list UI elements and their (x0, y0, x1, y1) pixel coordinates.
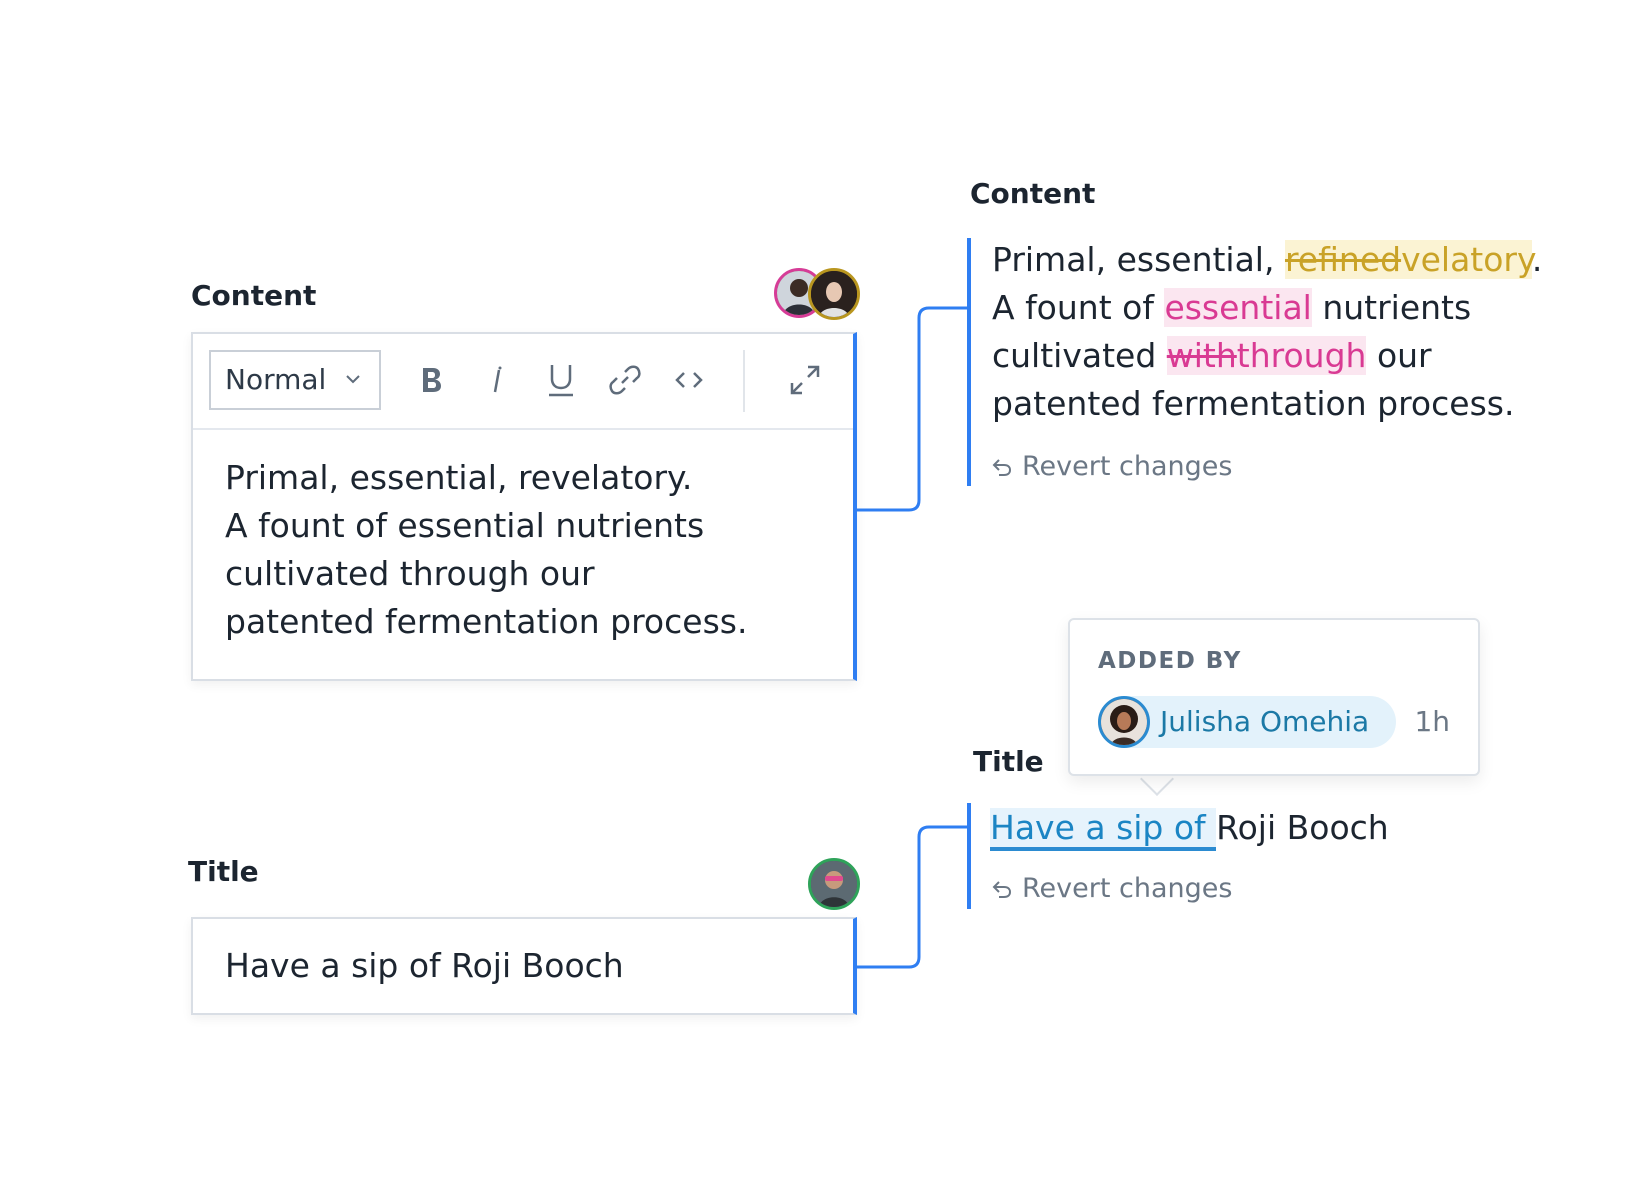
diff-line-2: A fount of essential nutrients (992, 284, 1542, 332)
revert-content-button[interactable]: Revert changes (990, 451, 1232, 482)
format-select[interactable]: Normal (209, 350, 381, 410)
collaborator-avatar-2[interactable] (808, 268, 860, 320)
added-text: velatory (1401, 240, 1532, 279)
bold-button[interactable] (407, 356, 455, 404)
diff-title-label: Title (973, 745, 1044, 778)
undo-icon (992, 880, 1012, 898)
diff-text: Roji Booch (1216, 808, 1389, 847)
revert-label: Revert changes (1022, 451, 1233, 482)
editor-line: A fount of essential nutrients (225, 506, 705, 545)
user-chip[interactable]: Julisha Omehia (1098, 696, 1396, 748)
expand-icon (790, 365, 820, 395)
chevron-down-icon (346, 375, 360, 384)
editor-body[interactable]: Primal, essential, revelatory. A fount o… (225, 454, 747, 646)
editor-toolbar: Normal (193, 334, 853, 430)
added-by-popover: ADDED BY Julisha Omehia 1h (1068, 618, 1480, 776)
italic-icon (493, 366, 502, 393)
diff-text: nutrients (1311, 288, 1472, 327)
editor-line: patented fermentation process. (225, 602, 748, 641)
editor-line: cultivated through our (225, 554, 595, 593)
collaborator-avatar-3[interactable] (808, 858, 860, 910)
underline-button[interactable] (537, 356, 585, 404)
added-text: essential (1164, 288, 1312, 327)
revert-title-button[interactable]: Revert changes (990, 873, 1232, 904)
editor-line: Primal, essential, revelatory. (225, 458, 693, 497)
diff-content-label: Content (970, 177, 1096, 210)
bold-icon (423, 368, 441, 392)
diff-text: . (1531, 240, 1543, 279)
underline-icon (549, 365, 573, 397)
person-icon (1101, 699, 1147, 745)
added-text: Have a sip of (990, 808, 1217, 851)
title-input[interactable]: Have a sip of Roji Booch (191, 917, 857, 1015)
link-button[interactable] (601, 356, 649, 404)
diff-title-bar (967, 803, 971, 909)
user-avatar (1098, 696, 1150, 748)
popover-time: 1h (1414, 705, 1450, 738)
title-label: Title (188, 855, 259, 888)
removed-text: with (1166, 336, 1237, 375)
code-icon (675, 372, 703, 388)
diff-line-1: Primal, essential, refinedvelatory. (992, 236, 1542, 284)
content-label: Content (191, 279, 317, 312)
removed-text: refined (1284, 240, 1402, 279)
expand-button[interactable] (781, 356, 829, 404)
diff-text: Primal, essential, (992, 240, 1285, 279)
person-icon (811, 861, 857, 907)
diff-content-bar (967, 238, 971, 486)
diff-content: Primal, essential, refinedvelatory. A fo… (992, 236, 1542, 428)
undo-icon (992, 458, 1012, 476)
revert-label: Revert changes (1022, 873, 1233, 904)
added-text: through (1236, 336, 1367, 375)
diff-connectors (857, 306, 967, 969)
popover-heading: ADDED BY (1098, 648, 1242, 674)
diff-text: our (1366, 336, 1432, 375)
content-editor[interactable]: Normal Primal, essential, revelatory. A … (191, 332, 857, 681)
code-button[interactable] (665, 356, 713, 404)
diff-line-4: patented fermentation process. (992, 384, 1515, 423)
format-select-value: Normal (225, 363, 327, 396)
person-icon (811, 271, 857, 317)
italic-button[interactable] (473, 356, 521, 404)
user-name: Julisha Omehia (1160, 705, 1370, 738)
diff-title: Have a sip of Roji Booch (990, 804, 1389, 852)
toolbar-divider (743, 350, 745, 412)
diff-text: cultivated (992, 336, 1167, 375)
link-icon (609, 365, 641, 395)
diff-line-3: cultivated withthrough our (992, 332, 1542, 380)
diff-text: A fount of (992, 288, 1165, 327)
